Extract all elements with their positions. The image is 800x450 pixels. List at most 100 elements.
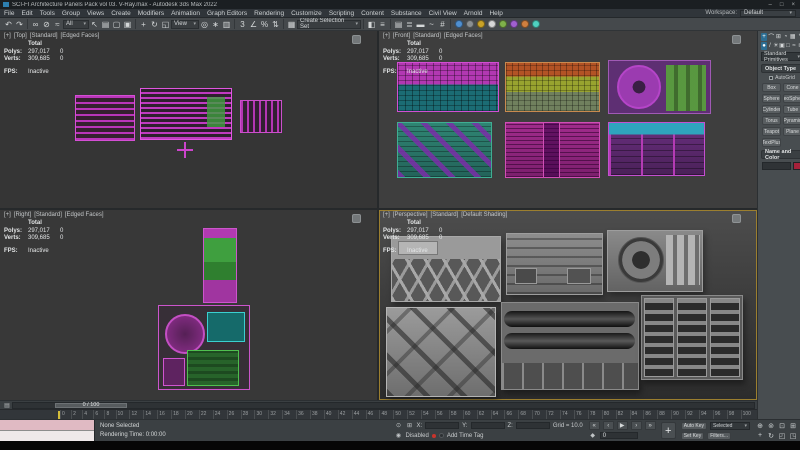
- auto-key-button[interactable]: Auto Key: [681, 422, 707, 430]
- object-button-sphere[interactable]: Sphere: [762, 94, 781, 103]
- scene-panel-textured[interactable]: [397, 122, 492, 178]
- redo-icon[interactable]: ↷: [14, 19, 25, 30]
- spinner-snap-icon[interactable]: ⇅: [270, 19, 281, 30]
- menu-item-customize[interactable]: Customize: [291, 10, 322, 17]
- viewport-menu-shading[interactable]: [Edged Faces]: [61, 33, 100, 39]
- snaps-toggle-icon[interactable]: 3: [237, 19, 248, 30]
- key-mode-toggle-icon[interactable]: ◆: [589, 432, 597, 439]
- display-tab-icon[interactable]: ▦: [790, 33, 796, 41]
- zoom-icon[interactable]: ⊕: [755, 421, 765, 430]
- object-button-textplus[interactable]: TextPlus: [762, 138, 781, 147]
- viewport-menu-general[interactable]: [+]: [383, 33, 390, 39]
- viewport-menu-shading[interactable]: [Edged Faces]: [65, 212, 104, 218]
- x-coord-field[interactable]: [425, 422, 459, 429]
- toggle-scene-explorer-icon[interactable]: ▤: [393, 19, 404, 30]
- go-to-start-button[interactable]: «: [589, 421, 600, 430]
- curve-editor-icon[interactable]: ~: [426, 19, 437, 30]
- object-button-geosphere[interactable]: GeoSphere: [783, 94, 800, 103]
- scene-panel-fan[interactable]: [608, 60, 711, 114]
- zoom-all-icon[interactable]: ⊚: [766, 421, 776, 430]
- align-icon[interactable]: ≡: [377, 19, 388, 30]
- rendered-frame-window-icon[interactable]: [475, 19, 486, 30]
- next-frame-button[interactable]: ›: [631, 421, 642, 430]
- menu-item-graph-editors[interactable]: Graph Editors: [207, 10, 247, 17]
- viewport-front[interactable]: [+] [Front] [Standard] [Edged Faces] Tot…: [379, 31, 757, 208]
- angle-snap-icon[interactable]: ∠: [248, 19, 259, 30]
- object-name-field[interactable]: [762, 162, 791, 170]
- viewport-menu-pov[interactable]: [Right]: [14, 212, 31, 218]
- viewcube[interactable]: [732, 214, 741, 223]
- schematic-view-icon[interactable]: #: [437, 19, 448, 30]
- current-frame-field[interactable]: 0: [600, 432, 638, 439]
- menu-item-help[interactable]: Help: [489, 10, 502, 17]
- set-key-button[interactable]: Set Key: [681, 432, 705, 440]
- play-button[interactable]: ▶: [617, 421, 628, 430]
- render-setup-icon[interactable]: [464, 19, 475, 30]
- rectangular-selection-region-icon[interactable]: ▢: [111, 19, 122, 30]
- keyboard-shortcut-override-icon[interactable]: ▥: [221, 19, 232, 30]
- toggle-ribbon-icon[interactable]: ▬: [415, 19, 426, 30]
- absolute-mode-toggle-icon[interactable]: ⊞: [405, 422, 413, 429]
- adaptive-degradation-icon[interactable]: ◉: [394, 432, 402, 439]
- scene-panel-pipes-shaded[interactable]: [501, 302, 639, 390]
- macro-recorder-field[interactable]: [0, 420, 94, 431]
- viewport-menu-general[interactable]: [+]: [4, 33, 11, 39]
- render-in-cloud-icon[interactable]: [519, 19, 530, 30]
- object-button-torus[interactable]: Torus: [762, 116, 781, 125]
- viewport-top[interactable]: [+] [Top] [Standard] [Edged Faces] Total…: [0, 31, 377, 208]
- pan-view-icon[interactable]: +: [755, 431, 765, 440]
- maximize-viewport-toggle-icon[interactable]: ◳: [788, 431, 798, 440]
- scene-panel-side[interactable]: [158, 305, 250, 390]
- workspace-dropdown[interactable]: Default▾: [740, 10, 796, 17]
- maximize-button[interactable]: □: [780, 2, 784, 8]
- name-and-color-rollout[interactable]: Name and Color: [761, 150, 800, 159]
- menu-item-create[interactable]: Create: [111, 10, 131, 17]
- use-pivot-point-center-icon[interactable]: ◎: [199, 19, 210, 30]
- viewport-menu-general[interactable]: [+]: [4, 212, 11, 218]
- track-bar[interactable]: 0246810121416182022242628303234363840424…: [0, 409, 757, 419]
- add-time-tag-label[interactable]: Add Time Tag: [447, 433, 484, 439]
- menu-item-views[interactable]: Views: [87, 10, 104, 17]
- viewcube[interactable]: [352, 214, 361, 223]
- key-filter-dropdown[interactable]: Selected▾: [710, 422, 750, 430]
- toggle-layer-explorer-icon[interactable]: ≣: [404, 19, 415, 30]
- select-and-link-icon[interactable]: ∞: [30, 19, 41, 30]
- time-slider-track[interactable]: 0 / 100: [12, 402, 755, 409]
- menu-item-tools[interactable]: Tools: [40, 10, 55, 17]
- object-button-cylinder[interactable]: Cylinder: [762, 105, 781, 114]
- menu-item-file[interactable]: File: [4, 10, 14, 17]
- zoom-extents-icon[interactable]: ⊡: [777, 421, 787, 430]
- menu-item-animation[interactable]: Animation: [171, 10, 200, 17]
- viewport-menu-general[interactable]: [+]: [383, 212, 390, 218]
- object-button-teapot[interactable]: Teapot: [762, 127, 781, 136]
- primitive-category-dropdown[interactable]: Standard Primitives▾: [761, 52, 800, 61]
- unlink-selection-icon[interactable]: ⊘: [41, 19, 52, 30]
- activeshade-icon[interactable]: [508, 19, 519, 30]
- zoom-region-icon[interactable]: ◰: [777, 431, 787, 440]
- percent-snap-icon[interactable]: %: [259, 19, 270, 30]
- menu-item-content[interactable]: Content: [361, 10, 384, 17]
- maxscript-mini-listener[interactable]: [0, 420, 95, 441]
- select-and-manipulate-icon[interactable]: ∗: [210, 19, 221, 30]
- open-autodesk-app-icon[interactable]: [530, 19, 541, 30]
- viewport-menu-shading[interactable]: [Default Shading]: [461, 212, 507, 218]
- scene-panel-wireframe[interactable]: [140, 88, 232, 140]
- object-color-swatch[interactable]: [793, 162, 800, 170]
- autogrid-checkbox[interactable]: [769, 76, 773, 80]
- key-filters-button[interactable]: Filters...: [707, 432, 731, 440]
- menu-item-substance[interactable]: Substance: [391, 10, 422, 17]
- minimize-button[interactable]: –: [769, 2, 772, 8]
- object-button-box[interactable]: Box: [762, 83, 781, 92]
- viewport-menu-pov[interactable]: [Front]: [393, 33, 410, 39]
- scene-panel-modules-shaded[interactable]: [641, 295, 743, 380]
- scene-panel-textured[interactable]: [505, 62, 600, 112]
- scene-panel-fan-shaded[interactable]: [607, 230, 703, 292]
- menu-item-modifiers[interactable]: Modifiers: [138, 10, 164, 17]
- undo-icon[interactable]: ↶: [3, 19, 14, 30]
- viewport-menu-renderer[interactable]: [Standard]: [30, 33, 58, 39]
- scene-panel-side[interactable]: [203, 228, 237, 303]
- select-and-rotate-icon[interactable]: ↻: [149, 19, 160, 30]
- object-button-pyramid[interactable]: Pyramid: [783, 116, 800, 125]
- selection-filter-dropdown[interactable]: All▾: [63, 20, 89, 29]
- window-crossing-icon[interactable]: ▣: [122, 19, 133, 30]
